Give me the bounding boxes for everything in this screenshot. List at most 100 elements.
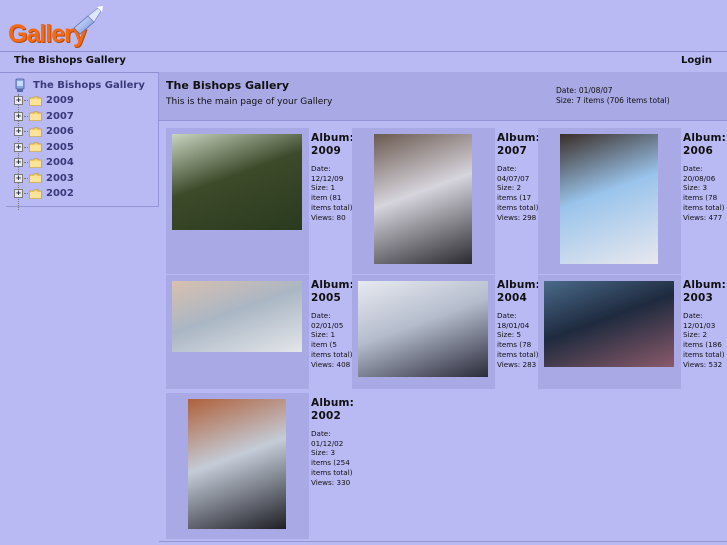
album-tree-sidebar: The Bishops Gallery +2009 +2007 +2006 +2005… xyxy=(6,72,159,210)
expand-icon[interactable]: + xyxy=(14,127,23,136)
tree-item-label: 2005 xyxy=(46,141,74,153)
album-date: Date: 20/08/06 xyxy=(683,164,716,183)
album-size: Size: 1 item (81 items total) xyxy=(311,183,353,212)
album-title[interactable]: Album: 2002 xyxy=(311,397,354,423)
album-views: Views: 80 xyxy=(311,212,346,222)
album-views: Views: 283 xyxy=(497,359,537,369)
album-info: Album: 2006 Date: 20/08/06 Size: 3 items (… xyxy=(683,132,726,222)
tree-connector xyxy=(24,177,28,179)
gallery-date: Date: 01/08/07 xyxy=(556,86,613,95)
gallery-header: The Bishops Gallery This is the main pag… xyxy=(159,72,727,121)
album-title[interactable]: Album: 2003 xyxy=(683,279,726,305)
tree-item-album[interactable]: +2003 xyxy=(14,171,74,186)
album-size: Size: 3 items (78 items total) xyxy=(683,183,725,212)
album-info: Album: 2009 Date: 12/12/09 Size: 1 item (8… xyxy=(311,132,354,222)
folder-icon xyxy=(29,188,42,199)
tree-item-album[interactable]: +2009 xyxy=(14,93,74,108)
album-size: Size: 2 items (186 items total) xyxy=(683,330,725,359)
tree-connector xyxy=(24,131,28,132)
album-thumbnail[interactable] xyxy=(172,134,302,230)
gallery-size: Size: 7 items (706 items total) xyxy=(556,96,670,105)
album-title[interactable]: Album: 2007 xyxy=(497,132,540,158)
divider xyxy=(159,541,727,542)
tree-item-album[interactable]: +2007 xyxy=(14,109,74,124)
tree-item-album[interactable]: +2006 xyxy=(14,124,74,139)
folder-icon xyxy=(29,95,42,106)
tree-root-label: The Bishops Gallery xyxy=(33,79,145,91)
album-info: Album: 2004 Date: 18/01/04 Size: 5 items (… xyxy=(497,279,540,369)
tree-item-label: 2002 xyxy=(46,188,74,199)
album-card: Album: 2009 Date: 12/12/09 Size: 1 item (8… xyxy=(166,128,354,274)
expand-icon[interactable]: + xyxy=(14,158,23,167)
expand-icon[interactable]: + xyxy=(14,142,23,152)
tree-item-album[interactable]: +2005 xyxy=(14,140,74,155)
expand-icon[interactable]: + xyxy=(14,173,23,183)
tree-item-label: 2003 xyxy=(46,172,74,184)
album-date: Date: 18/01/04 xyxy=(497,311,530,330)
gallery-title: The Bishops Gallery xyxy=(166,79,290,92)
folder-icon xyxy=(29,126,42,137)
tree-item-label: 2007 xyxy=(46,110,74,122)
album-size: Size: 5 items (78 items total) xyxy=(497,330,539,359)
album-date: Date: 01/12/02 xyxy=(311,429,344,448)
expand-icon[interactable]: + xyxy=(14,111,23,121)
album-details: Date: 12/12/09 Size: 1 item (81 items tot… xyxy=(311,164,353,222)
album-views: Views: 408 xyxy=(311,359,351,369)
album-thumbnail[interactable] xyxy=(172,281,302,352)
album-details: Date: 04/07/07 Size: 2 items (17 items to… xyxy=(497,164,539,222)
album-views: Views: 330 xyxy=(311,477,351,487)
album-info: Album: 2005 Date: 02/01/05 Size: 1 item (5… xyxy=(311,279,354,369)
header: Gallery xyxy=(0,0,727,51)
tree-connector xyxy=(24,146,28,148)
gallery-meta: Date: 01/08/07 Size: 7 items (706 items … xyxy=(556,86,670,106)
expand-icon[interactable]: + xyxy=(14,189,23,198)
album-details: Date: 01/12/02 Size: 3 items (254 items t… xyxy=(311,429,353,487)
album-title[interactable]: Album: 2004 xyxy=(497,279,540,305)
album-details: Date: 18/01/04 Size: 5 items (78 items to… xyxy=(497,311,539,369)
album-date: Date: 12/01/03 xyxy=(683,311,716,330)
album-card: Album: 2004 Date: 18/01/04 Size: 5 items (… xyxy=(352,275,540,421)
album-views: Views: 532 xyxy=(683,359,723,369)
album-title[interactable]: Album: 2005 xyxy=(311,279,354,305)
folder-icon xyxy=(29,157,42,168)
gallery-logo[interactable]: Gallery xyxy=(6,6,103,48)
folder-icon xyxy=(29,111,42,121)
tree-item-album[interactable]: +2004 xyxy=(14,155,74,170)
tree-connector xyxy=(24,193,28,194)
tree-connector xyxy=(24,162,28,163)
album-card: Album: 2003 Date: 12/01/03 Size: 2 items (… xyxy=(538,275,726,421)
tree-item-label: 2004 xyxy=(46,157,74,168)
folder-icon xyxy=(29,142,42,152)
album-card: Album: 2002 Date: 01/12/02 Size: 3 items (… xyxy=(166,393,354,539)
album-size: Size: 2 items (17 items total) xyxy=(497,183,539,212)
album-title[interactable]: Album: 2009 xyxy=(311,132,354,158)
tree-root[interactable]: The Bishops Gallery xyxy=(14,77,145,93)
album-thumbnail[interactable] xyxy=(544,281,674,367)
breadcrumb[interactable]: The Bishops Gallery xyxy=(14,55,126,66)
gallery-root-icon xyxy=(15,78,25,92)
tree-item-album[interactable]: +2002 xyxy=(14,186,74,201)
album-thumbnail[interactable] xyxy=(358,281,488,377)
album-views: Views: 477 xyxy=(683,212,723,222)
album-title[interactable]: Album: 2006 xyxy=(683,132,726,158)
expand-icon[interactable]: + xyxy=(14,96,23,105)
album-details: Date: 20/08/06 Size: 3 items (78 items to… xyxy=(683,164,725,222)
album-size: Size: 3 items (254 items total) xyxy=(311,448,353,477)
album-info: Album: 2003 Date: 12/01/03 Size: 2 items (… xyxy=(683,279,726,369)
album-thumbnail[interactable] xyxy=(188,399,286,529)
album-details: Date: 02/01/05 Size: 1 item (5 items tota… xyxy=(311,311,353,369)
album-size: Size: 1 item (5 items total) xyxy=(311,330,353,359)
album-thumbnail[interactable] xyxy=(560,134,658,264)
album-thumbnail[interactable] xyxy=(374,134,472,264)
album-info: Album: 2007 Date: 04/07/07 Size: 2 items (… xyxy=(497,132,540,222)
tree-item-label: 2006 xyxy=(46,126,74,137)
album-card: Album: 2006 Date: 20/08/06 Size: 3 items (… xyxy=(538,128,726,274)
navbar: The Bishops Gallery Login xyxy=(0,51,727,73)
folder-icon xyxy=(29,173,42,183)
album-details: Date: 12/01/03 Size: 2 items (186 items t… xyxy=(683,311,725,369)
album-date: Date: 12/12/09 xyxy=(311,164,344,183)
album-views: Views: 298 xyxy=(497,212,537,222)
login-link[interactable]: Login xyxy=(681,55,712,66)
album-date: Date: 02/01/05 xyxy=(311,311,344,330)
tree-connector xyxy=(24,100,28,101)
